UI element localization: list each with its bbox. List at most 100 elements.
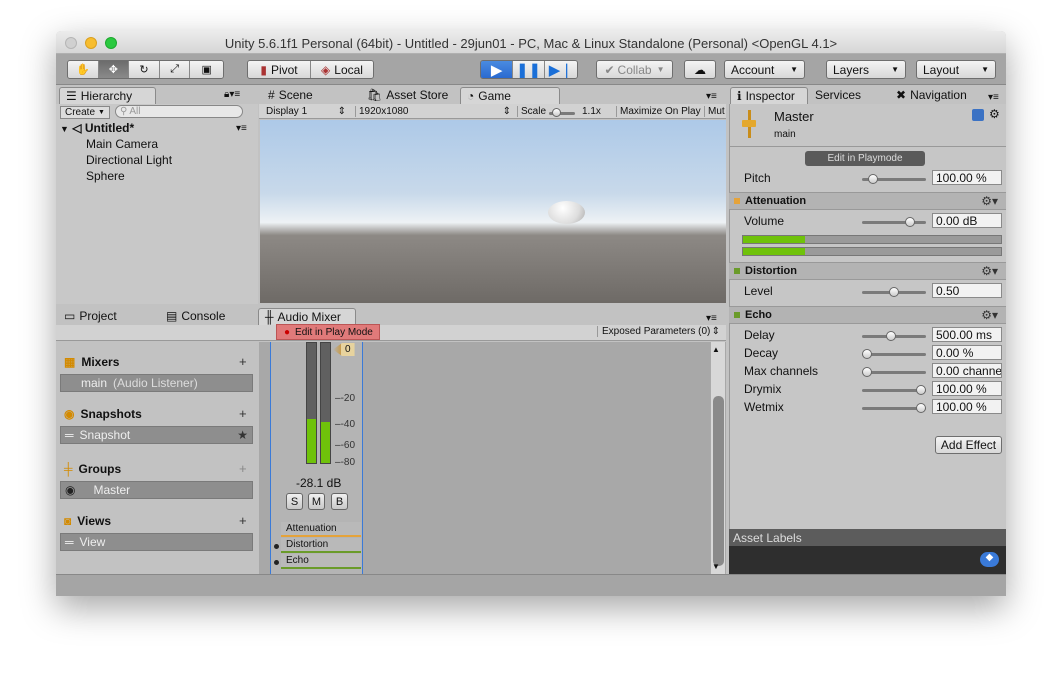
echo-param-slider[interactable] [862, 331, 926, 341]
level-meter-right [320, 342, 331, 464]
step-button[interactable]: ▶❘ [544, 61, 577, 78]
account-dropdown[interactable]: Account ▼ [724, 60, 805, 79]
pause-button[interactable]: ❚❚ [513, 61, 545, 78]
help-book-icon[interactable] [972, 109, 984, 121]
echo-param-slider-knob[interactable] [862, 367, 872, 377]
scale-icon[interactable]: ⤢ [159, 61, 191, 78]
scroll-down-icon[interactable]: ▼ [712, 562, 720, 571]
echo-param-slider[interactable] [862, 349, 926, 359]
effect-slot-attenuation[interactable]: Attenuation [281, 522, 361, 537]
distortion-section-header[interactable]: Distortion ⚙▾ [729, 262, 1006, 280]
gear-icon[interactable]: ⚙▾ [981, 194, 998, 208]
echo-param-slider-knob[interactable] [862, 349, 872, 359]
exposed-parameters-dropdown[interactable]: Exposed Parameters (0) ⇕ [597, 326, 720, 337]
solo-button[interactable]: S [286, 493, 303, 510]
pitch-field[interactable]: 100.00 % [932, 170, 1002, 185]
move-icon[interactable]: ✥ [98, 61, 130, 78]
mute-button[interactable]: M [308, 493, 325, 510]
add-mixer-button[interactable]: + [239, 354, 247, 369]
level-slider[interactable] [862, 287, 926, 297]
layers-dropdown[interactable]: Layers ▼ [826, 60, 906, 79]
scale-slider-knob[interactable] [552, 108, 561, 117]
scale-slider[interactable] [549, 108, 575, 117]
star-icon[interactable]: ★ [237, 428, 248, 442]
play-button[interactable]: ▶ [481, 61, 514, 78]
effect-slot-distortion[interactable]: Distortion [281, 538, 361, 553]
tab-game[interactable]: ◔ Game [460, 87, 560, 104]
group-item[interactable]: ◉ Master [60, 481, 253, 499]
create-dropdown[interactable]: Create ▼ [60, 106, 110, 119]
tab-navigation[interactable]: ✖ Navigation [896, 88, 967, 102]
rect-icon[interactable]: ▣ [190, 61, 223, 78]
echo-param-field[interactable]: 0.00 % [932, 345, 1002, 360]
display-dropdown[interactable]: Display 1 ⇕ [266, 106, 346, 117]
game-view[interactable] [260, 120, 726, 303]
mixer-vertical-scrollbar[interactable]: ▲ ▼ [710, 342, 725, 574]
tab-hierarchy[interactable]: ☰ Hierarchy [59, 87, 156, 104]
add-group-button[interactable]: + [239, 461, 247, 476]
level-field[interactable]: 0.50 [932, 283, 1002, 298]
volume-field[interactable]: 0.00 dB [932, 213, 1002, 228]
echo-param-slider[interactable] [862, 385, 926, 395]
tab-project[interactable]: ▭ Project [64, 309, 117, 323]
view-item[interactable]: ═ View [60, 533, 253, 551]
hand-icon[interactable]: ✋ [68, 61, 99, 78]
db-tick: – -40 [335, 419, 356, 430]
tab-console[interactable]: ▤ Console [166, 309, 225, 323]
echo-section-header[interactable]: Echo ⚙▾ [729, 306, 1006, 324]
mute-audio-toggle[interactable]: Mut [704, 106, 725, 117]
add-view-button[interactable]: + [239, 513, 247, 528]
scene-root[interactable]: ▼ ◁ Untitled* [60, 121, 134, 135]
add-effect-button[interactable]: Add Effect [935, 436, 1002, 454]
cloud-button[interactable]: ☁ [684, 60, 716, 79]
layout-dropdown[interactable]: Layout ▼ [916, 60, 996, 79]
effect-slot-echo[interactable]: Echo [281, 554, 361, 569]
panel-menu-icon[interactable]: ▾≡ [706, 91, 717, 102]
collab-button[interactable]: ✔ Collab ▼ [596, 60, 673, 79]
attenuation-section-header[interactable]: Attenuation ⚙▾ [729, 192, 1006, 210]
rotate-icon[interactable]: ↻ [129, 61, 160, 78]
echo-param-field[interactable]: 0.00 channe [932, 363, 1002, 378]
local-button[interactable]: ◈ Local [311, 61, 373, 78]
scroll-up-icon[interactable]: ▲ [712, 345, 720, 354]
tab-audio-mixer[interactable]: ╫ Audio Mixer [258, 308, 356, 325]
echo-param-slider[interactable] [862, 367, 926, 377]
mixer-item[interactable]: main (Audio Listener) [60, 374, 253, 392]
panel-menu-icon[interactable]: ▾≡ [988, 92, 999, 103]
bypass-button[interactable]: B [331, 493, 348, 510]
settings-gear-icon[interactable]: ⚙ [989, 107, 1000, 121]
echo-param-field[interactable]: 100.00 % [932, 381, 1002, 396]
hierarchy-item[interactable]: Sphere [86, 169, 125, 183]
pivot-icon: ▮ [260, 62, 267, 77]
hierarchy-item[interactable]: Main Camera [86, 137, 158, 151]
gear-icon[interactable]: ⚙▾ [981, 308, 998, 322]
panel-menu-icon[interactable]: ▾≡ [706, 313, 717, 324]
add-snapshot-button[interactable]: + [239, 406, 247, 421]
maximize-on-play-toggle[interactable]: Maximize On Play [616, 106, 701, 117]
scrollbar-thumb[interactable] [713, 396, 724, 566]
tab-asset-store[interactable]: 🛍︎ Asset Store [367, 88, 448, 102]
edit-in-play-mode-button[interactable]: ● Edit in Play Mode [276, 324, 380, 340]
pivot-button[interactable]: ▮ Pivot [248, 61, 311, 78]
lock-icon[interactable]: 🔒︎▾≡ [224, 89, 240, 100]
hierarchy-search-input[interactable]: ⚲ All [115, 105, 243, 118]
resolution-dropdown[interactable]: 1920x1080 ⇕ [355, 106, 511, 117]
snapshot-item[interactable]: ═ Snapshot ★ [60, 426, 253, 444]
hierarchy-item[interactable]: Directional Light [86, 153, 172, 167]
echo-param-slider-knob[interactable] [916, 385, 926, 395]
tab-scene[interactable]: # Scene [268, 88, 313, 102]
tab-inspector[interactable]: ℹ︎ Inspector [730, 87, 808, 104]
echo-param-field[interactable]: 100.00 % [932, 399, 1002, 414]
volume-slider[interactable] [862, 217, 926, 227]
scene-menu-icon[interactable]: ▾≡ [236, 123, 247, 134]
tag-icon[interactable]: ◆ [980, 552, 999, 567]
level-slider-knob[interactable] [889, 287, 899, 297]
tab-services[interactable]: Services [815, 88, 861, 102]
visibility-eye-icon[interactable]: ◉ [65, 483, 75, 497]
echo-param-field[interactable]: 500.00 ms [932, 327, 1002, 342]
edit-in-playmode-button[interactable]: Edit in Playmode [805, 151, 925, 166]
echo-param-slider[interactable] [862, 403, 926, 413]
echo-param-slider-knob[interactable] [916, 403, 926, 413]
gear-icon[interactable]: ⚙▾ [981, 264, 998, 278]
pitch-slider[interactable] [862, 174, 926, 184]
